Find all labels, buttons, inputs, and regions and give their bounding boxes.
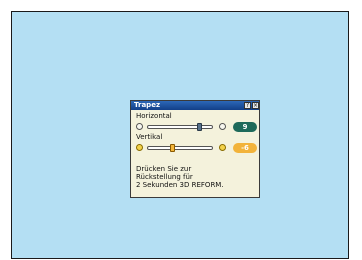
vertical-slider-thumb[interactable] bbox=[170, 144, 176, 152]
instruction-line-1: Drücken Sie zur bbox=[136, 165, 192, 173]
vertical-value: -6 bbox=[233, 143, 257, 153]
instruction-line-2: Rückstellung für bbox=[136, 173, 193, 181]
close-icon[interactable]: × bbox=[252, 102, 259, 109]
vertical-slider-track[interactable] bbox=[147, 144, 213, 152]
vertical-label: Vertikal bbox=[136, 133, 163, 141]
increase-icon[interactable] bbox=[219, 123, 226, 130]
keystone-dialog: Trapez ? × Horizontal 9 Vertikal -6 Drüc… bbox=[130, 100, 260, 198]
dialog-titlebar: Trapez ? × bbox=[131, 101, 259, 110]
reset-instruction: Drücken Sie zur Rückstellung für 2 Sekun… bbox=[136, 165, 256, 189]
dialog-title: Trapez bbox=[134, 101, 161, 109]
increase-icon[interactable] bbox=[219, 144, 226, 151]
projector-screen: Trapez ? × Horizontal 9 Vertikal -6 Drüc… bbox=[11, 11, 349, 259]
horizontal-slider-row[interactable]: 9 bbox=[135, 122, 257, 132]
decrease-icon[interactable] bbox=[136, 144, 143, 151]
horizontal-slider-track[interactable] bbox=[147, 123, 213, 131]
horizontal-slider-thumb[interactable] bbox=[196, 123, 202, 131]
help-icon[interactable]: ? bbox=[244, 102, 251, 109]
decrease-icon[interactable] bbox=[136, 123, 143, 130]
instruction-line-3: 2 Sekunden 3D REFORM. bbox=[136, 181, 224, 189]
horizontal-value: 9 bbox=[233, 122, 257, 132]
horizontal-label: Horizontal bbox=[136, 112, 172, 120]
vertical-slider-row[interactable]: -6 bbox=[135, 143, 257, 153]
